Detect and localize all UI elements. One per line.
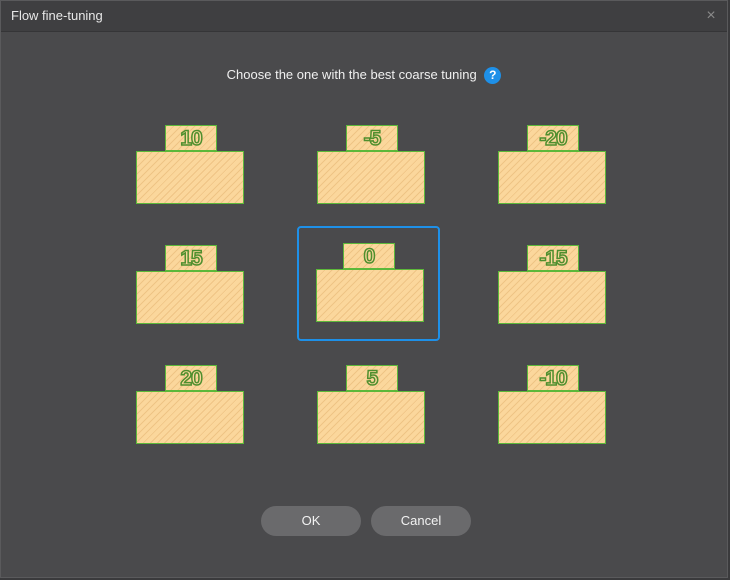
option-minus-20[interactable]: -20 (480, 117, 620, 229)
option-0[interactable]: 0 (297, 226, 440, 341)
sample-block (136, 151, 244, 204)
option-5[interactable]: 5 (299, 357, 439, 469)
title-bar: Flow fine-tuning × (1, 1, 727, 32)
option-label: -5 (363, 126, 382, 151)
option-15[interactable]: 15 (118, 237, 258, 349)
option-label: 5 (366, 366, 379, 391)
sample-block (317, 151, 425, 204)
option-label: 15 (180, 246, 204, 271)
prompt-text: Choose the one with the best coarse tuni… (226, 67, 477, 82)
option-label: -10 (539, 366, 569, 391)
sample-block (317, 391, 425, 444)
option-label: -20 (539, 126, 569, 151)
sample-tab: -20 (527, 125, 579, 151)
sample-tab: 15 (165, 245, 217, 271)
sample-block (316, 269, 424, 322)
option-minus-5[interactable]: -5 (299, 117, 439, 229)
sample-tab: -15 (527, 245, 579, 271)
sample-block (498, 151, 606, 204)
help-icon[interactable]: ? (484, 67, 502, 85)
sample-tab: -10 (527, 365, 579, 391)
prompt-row: Choose the one with the best coarse tuni… (1, 67, 727, 85)
option-10[interactable]: 10 (118, 117, 258, 229)
sample-tab: 20 (165, 365, 217, 391)
option-minus-10[interactable]: -10 (480, 357, 620, 469)
option-label: 20 (180, 366, 204, 391)
sample-block (498, 271, 606, 324)
cancel-button[interactable]: Cancel (371, 506, 471, 536)
option-label: 10 (180, 126, 204, 151)
option-label: -15 (539, 246, 569, 271)
flow-fine-tuning-dialog: Flow fine-tuning × Choose the one with t… (0, 0, 728, 578)
sample-tab: -5 (346, 125, 398, 151)
sample-tab: 5 (346, 365, 398, 391)
dialog-title: Flow fine-tuning (11, 8, 103, 23)
ok-button[interactable]: OK (261, 506, 361, 536)
close-icon[interactable]: × (701, 6, 721, 26)
option-minus-15[interactable]: -15 (480, 237, 620, 349)
sample-block (136, 271, 244, 324)
option-20[interactable]: 20 (118, 357, 258, 469)
option-label: 0 (363, 244, 376, 269)
sample-tab: 10 (165, 125, 217, 151)
sample-block (498, 391, 606, 444)
sample-block (136, 391, 244, 444)
sample-tab: 0 (343, 243, 395, 269)
